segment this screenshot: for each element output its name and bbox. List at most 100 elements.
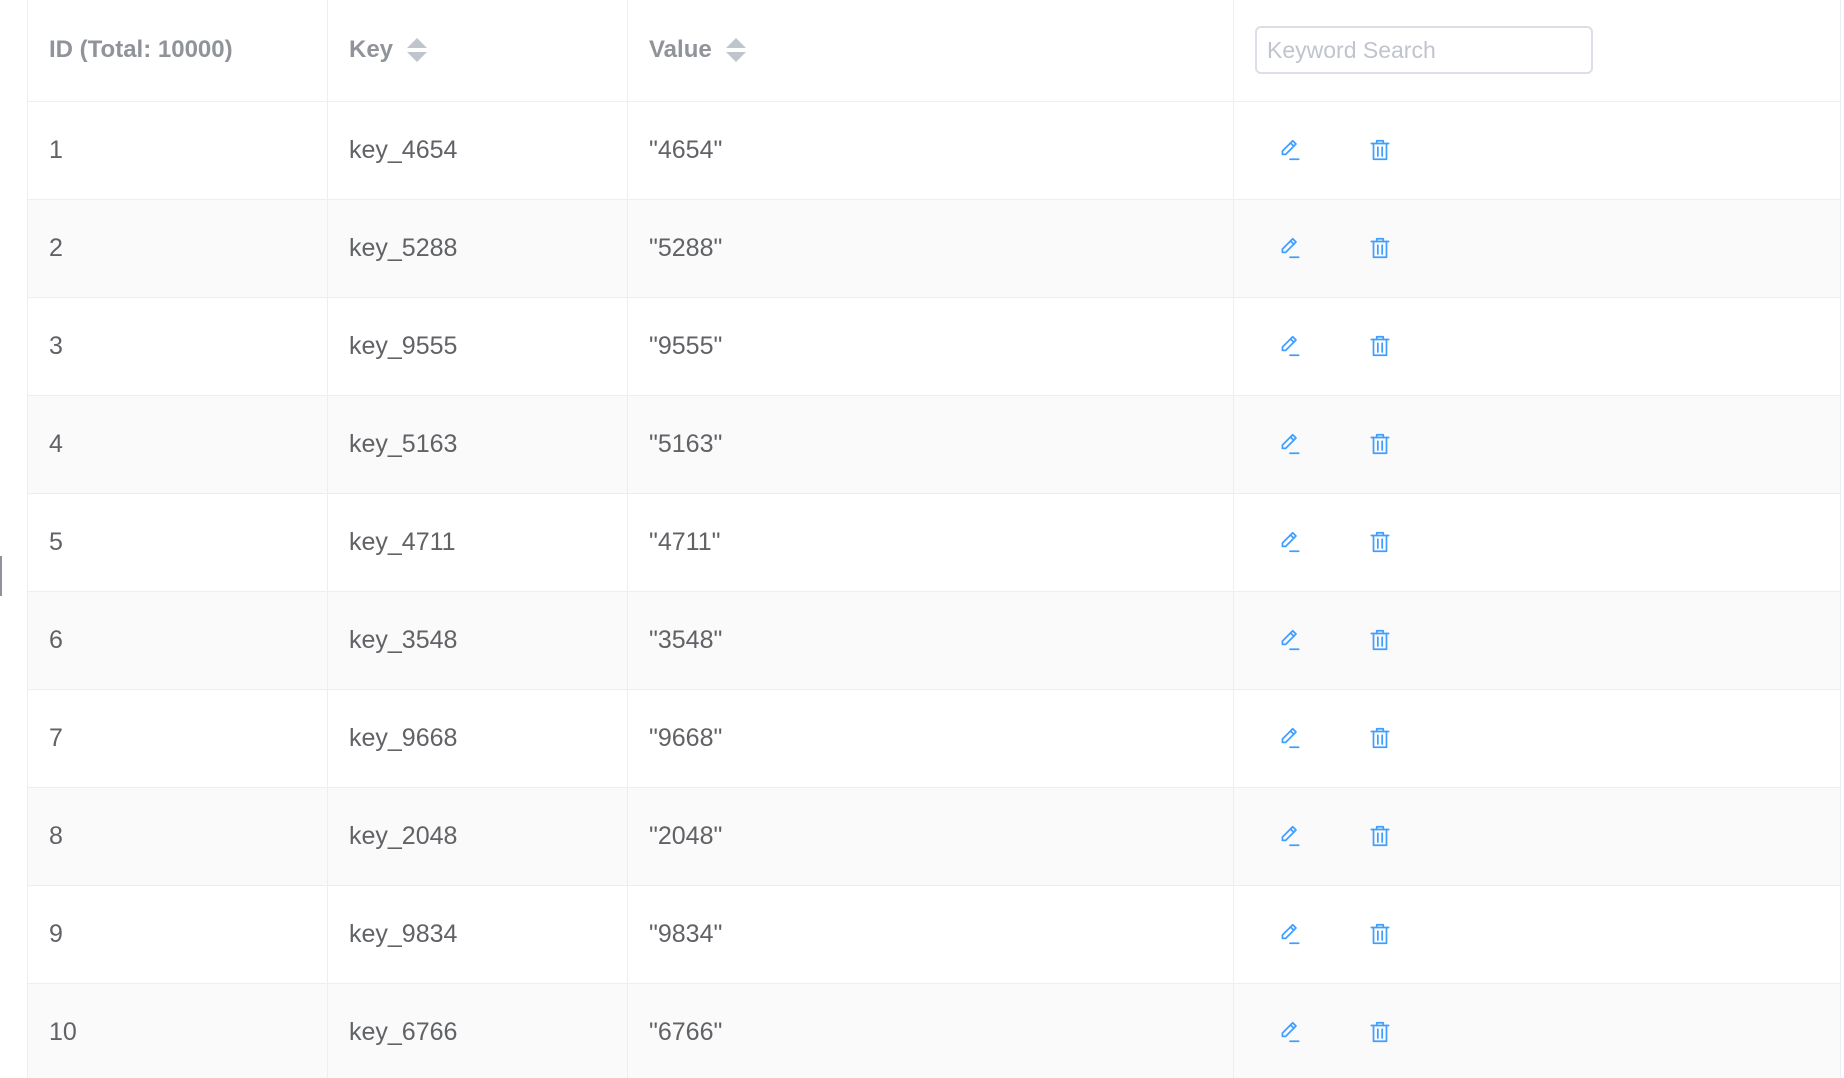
- cell-key: key_2048: [327, 787, 628, 886]
- table-row: 5 key_4711 "4711": [27, 493, 1841, 592]
- cell-actions: [1233, 689, 1841, 788]
- table-row: 1 key_4654 "4654": [27, 101, 1841, 200]
- delete-icon[interactable]: [1365, 527, 1395, 557]
- row-value: "4711": [649, 527, 721, 556]
- edit-icon[interactable]: [1275, 527, 1305, 557]
- cell-key: key_9834: [327, 885, 628, 984]
- cell-actions: [1233, 983, 1841, 1078]
- cell-id: 2: [27, 199, 328, 298]
- delete-icon[interactable]: [1365, 1017, 1395, 1047]
- delete-icon[interactable]: [1365, 821, 1395, 851]
- row-value: "6766": [649, 1017, 723, 1046]
- row-key: key_9668: [349, 723, 458, 752]
- row-id: 4: [49, 429, 63, 458]
- cell-actions: [1233, 395, 1841, 494]
- cell-key: key_5288: [327, 199, 628, 298]
- row-actions: [1255, 625, 1840, 655]
- table-row: 3 key_9555 "9555": [27, 297, 1841, 396]
- sort-descending-icon[interactable]: [407, 52, 428, 63]
- row-key: key_9555: [349, 331, 458, 360]
- cell-value: "9555": [627, 297, 1234, 396]
- column-header-value[interactable]: Value: [627, 0, 1234, 102]
- column-header-key[interactable]: Key: [327, 0, 628, 102]
- delete-icon[interactable]: [1365, 135, 1395, 165]
- edit-icon[interactable]: [1275, 723, 1305, 753]
- row-key: key_5288: [349, 233, 458, 262]
- row-id: 3: [49, 331, 63, 360]
- edit-icon[interactable]: [1275, 821, 1305, 851]
- table-row: 4 key_5163 "5163": [27, 395, 1841, 494]
- cell-key: key_9555: [327, 297, 628, 396]
- row-key: key_2048: [349, 821, 458, 850]
- cell-key: key_4654: [327, 101, 628, 200]
- edit-icon[interactable]: [1275, 331, 1305, 361]
- resize-handle[interactable]: [0, 556, 2, 596]
- row-actions: [1255, 233, 1840, 263]
- table-row: 9 key_9834 "9834": [27, 885, 1841, 984]
- cell-value: "3548": [627, 591, 1234, 690]
- cell-value: "6766": [627, 983, 1234, 1078]
- table-row: 7 key_9668 "9668": [27, 689, 1841, 788]
- row-value: "9834": [649, 919, 723, 948]
- delete-icon[interactable]: [1365, 429, 1395, 459]
- cell-value: "5288": [627, 199, 1234, 298]
- edit-icon[interactable]: [1275, 429, 1305, 459]
- row-actions: [1255, 723, 1840, 753]
- cell-value: "4711": [627, 493, 1234, 592]
- delete-icon[interactable]: [1365, 625, 1395, 655]
- row-id: 2: [49, 233, 63, 262]
- table-row: 6 key_3548 "3548": [27, 591, 1841, 690]
- delete-icon[interactable]: [1365, 331, 1395, 361]
- row-key: key_4711: [349, 527, 456, 556]
- cell-id: 8: [27, 787, 328, 886]
- row-id: 9: [49, 919, 63, 948]
- row-id: 6: [49, 625, 63, 654]
- cell-value: "9668": [627, 689, 1234, 788]
- delete-icon[interactable]: [1365, 233, 1395, 263]
- row-value: "5288": [649, 233, 723, 262]
- row-actions: [1255, 429, 1840, 459]
- table-row: 10 key_6766 "6766": [27, 983, 1841, 1078]
- key-value-table: ID (Total: 10000) Key Value Keyword Sear…: [27, 0, 1841, 1078]
- row-id: 1: [49, 135, 63, 164]
- cell-key: key_4711: [327, 493, 628, 592]
- row-value: "4654": [649, 135, 723, 164]
- row-actions: [1255, 821, 1840, 851]
- cell-actions: [1233, 885, 1841, 984]
- row-actions: [1255, 527, 1840, 557]
- sort-icon[interactable]: [725, 38, 746, 63]
- row-id: 7: [49, 723, 63, 752]
- cell-actions: [1233, 493, 1841, 592]
- sort-descending-icon[interactable]: [725, 52, 746, 63]
- edit-icon[interactable]: [1275, 1017, 1305, 1047]
- delete-icon[interactable]: [1365, 919, 1395, 949]
- edit-icon[interactable]: [1275, 233, 1305, 263]
- table-body: 1 key_4654 "4654" 2 key_5288 "5288" 3 ke…: [27, 101, 1841, 1078]
- edit-icon[interactable]: [1275, 625, 1305, 655]
- cell-id: 5: [27, 493, 328, 592]
- page: ID (Total: 10000) Key Value Keyword Sear…: [0, 0, 1844, 1078]
- cell-key: key_6766: [327, 983, 628, 1078]
- column-header-key-label: Key: [349, 36, 394, 64]
- cell-key: key_3548: [327, 591, 628, 690]
- sort-icon[interactable]: [407, 38, 428, 63]
- cell-id: 4: [27, 395, 328, 494]
- cell-actions: [1233, 787, 1841, 886]
- edit-icon[interactable]: [1275, 919, 1305, 949]
- delete-icon[interactable]: [1365, 723, 1395, 753]
- row-actions: [1255, 919, 1840, 949]
- column-header-id-label: ID (Total: 10000): [49, 36, 233, 64]
- cell-id: 9: [27, 885, 328, 984]
- sort-ascending-icon[interactable]: [407, 38, 428, 49]
- edit-icon[interactable]: [1275, 135, 1305, 165]
- row-id: 8: [49, 821, 63, 850]
- cell-id: 10: [27, 983, 328, 1078]
- cell-actions: [1233, 199, 1841, 298]
- cell-actions: [1233, 591, 1841, 690]
- cell-key: key_5163: [327, 395, 628, 494]
- row-key: key_9834: [349, 919, 458, 948]
- cell-key: key_9668: [327, 689, 628, 788]
- keyword-search-input[interactable]: [1255, 26, 1593, 75]
- row-value: "3548": [649, 625, 723, 654]
- sort-ascending-icon[interactable]: [725, 38, 746, 49]
